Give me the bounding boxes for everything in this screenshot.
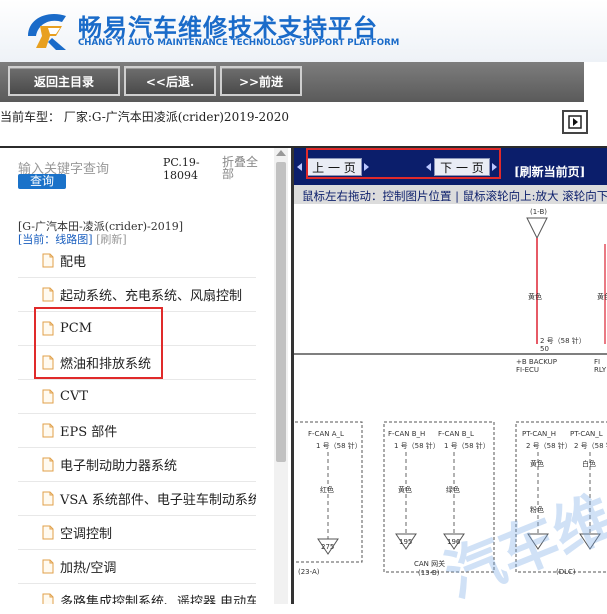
- refresh-page-button[interactable]: [刷新当前页]: [514, 163, 585, 180]
- arrow-right-icon: [492, 163, 497, 171]
- tree-item-label: 电子制动助力器系统: [60, 459, 178, 474]
- prev-page-button[interactable]: 上 一 页: [306, 158, 362, 176]
- tree-item[interactable]: 加热/空调: [18, 550, 256, 584]
- diagram-label: F-CAN B_L: [438, 430, 474, 438]
- tree-item[interactable]: 多路集成控制系统、遥控器 电动车门: [18, 584, 256, 604]
- diagram-label: 红色: [320, 485, 334, 494]
- tree-item[interactable]: VSA 系统部件、电子驻车制动系统部件: [18, 482, 256, 516]
- file-icon: [42, 457, 54, 472]
- home-button[interactable]: 返回主目录: [8, 66, 120, 96]
- diagram-label: 196: [447, 538, 461, 546]
- search-button[interactable]: 查询: [18, 174, 66, 189]
- nav-edge: [584, 62, 607, 102]
- diagram-label: CAN 网关: [414, 559, 445, 568]
- hint-bar: 鼠标左右拖动：控制图片位置 | 鼠标滚轮向上:放大 滚轮向下:缩小: [294, 185, 607, 204]
- file-icon: [42, 287, 54, 302]
- file-icon: [42, 321, 54, 336]
- diagram-label: 绿色: [446, 485, 460, 494]
- diagram-label: 2 号（58 针）: [540, 336, 586, 345]
- diagram-label: F-CAN B_H: [388, 430, 425, 438]
- diagram-label: FI-ECU: [516, 366, 539, 374]
- diagram-label: 白色: [582, 459, 596, 468]
- tree-item[interactable]: 电子制动助力器系统: [18, 448, 256, 482]
- tree-item[interactable]: 起动系统、充电系统、风扇控制: [18, 278, 256, 312]
- scroll-up-icon[interactable]: [276, 150, 286, 156]
- pc-code: PC.19-18094: [163, 156, 200, 182]
- diagram-label: PT-CAN_H: [522, 430, 556, 438]
- tree-item-label: EPS 部件: [60, 425, 118, 440]
- tree-item-label: 燃油和排放系统: [60, 357, 152, 372]
- diagram-label: (23-A): [298, 568, 320, 576]
- diagram-label: 1 号（58 针）: [316, 441, 362, 450]
- left-panel: 输入关键字查询 查询 PC.19-18094 折叠全部 [G-广汽本田-凌派(c…: [0, 148, 291, 604]
- diagram-label: 2 号（58 针）: [526, 441, 572, 450]
- nav-bar: 返回主目录 <<后退. >>前进: [0, 62, 607, 102]
- diagram-label: 50: [540, 345, 549, 353]
- tree-item[interactable]: EPS 部件: [18, 414, 256, 448]
- diagram-label: PT-CAN_L: [570, 430, 603, 438]
- arrow-right-icon: [568, 115, 582, 129]
- viewer-hint: 鼠标左右拖动：控制图片位置 | 鼠标滚轮向上:放大 滚轮向下:缩小: [302, 189, 607, 203]
- tree-item[interactable]: 燃油和排放系统: [18, 346, 256, 380]
- arrow-left-icon: [426, 163, 431, 171]
- diagram-label: 黄色: [530, 459, 544, 468]
- tree-item-label: 加热/空调: [60, 561, 117, 576]
- diagram-label: 黄色: [398, 485, 412, 494]
- file-icon: [42, 253, 54, 268]
- tree-item[interactable]: 空调控制: [18, 516, 256, 550]
- vehicle-bar: 当前车型： 厂家:G-广汽本田凌派(crider)2019-2020: [0, 104, 607, 146]
- diagram-label: 195: [399, 538, 412, 546]
- diagram-label: (13-B): [418, 569, 440, 577]
- file-icon: [42, 355, 54, 370]
- tree-item-label: CVT: [60, 389, 89, 404]
- diagram-label: +B BACKUP: [516, 358, 557, 366]
- tree-item-label: 起动系统、充电系统、风扇控制: [60, 289, 243, 304]
- collapse-all-button[interactable]: 折叠全部: [222, 156, 262, 180]
- file-icon: [42, 525, 54, 540]
- vehicle-label: 当前车型：: [0, 110, 61, 124]
- diagram-label: (1-B): [530, 208, 547, 216]
- platform-subtitle: CHANG YI AUTO MAINTENANCE TECHNOLOGY SUP…: [78, 38, 400, 48]
- tree-item-label: 配电: [60, 255, 87, 270]
- next-page-button[interactable]: 下 一 页: [434, 158, 490, 176]
- tree-item-label: VSA 系统部件、电子驻车制动系统部件: [60, 493, 256, 508]
- diagram-label: (DLC): [556, 568, 576, 576]
- file-icon: [42, 491, 54, 506]
- file-icon: [42, 593, 54, 604]
- tree-item[interactable]: PCM: [18, 312, 256, 346]
- file-icon: [42, 389, 54, 404]
- logo-icon: [28, 14, 66, 50]
- file-icon: [42, 423, 54, 438]
- forward-button[interactable]: >>前进: [220, 66, 302, 96]
- diagram-label: 1 号（58 针）: [394, 441, 440, 450]
- diagram-label: RLY: [594, 366, 607, 374]
- diagram-label: 275: [321, 543, 334, 551]
- tree-item[interactable]: CVT: [18, 380, 256, 414]
- app-header: 畅易汽车维修技术支持平台 CHANG YI AUTO MAINTENANCE T…: [0, 0, 607, 62]
- diagram-label: 1 号（58 针）: [444, 441, 490, 450]
- tree-list: 配电起动系统、充电系统、风扇控制 PCM 燃油和排放系统 CVT EPS 部件电子制动助…: [18, 244, 256, 604]
- diagram-label: 黄色: [597, 292, 607, 301]
- arrow-left-icon: [297, 163, 302, 171]
- scroll-thumb[interactable]: [276, 162, 286, 462]
- wiring-diagram-svg: (1-B) 黄色 2 号（58 针） 50 +B BACKUP FI-ECU F…: [294, 208, 607, 577]
- tree-item-label: 多路集成控制系统、遥控器 电动车门: [60, 595, 256, 604]
- tree-item[interactable]: 配电: [18, 244, 256, 278]
- diagram-label: 2 号（58 针）: [574, 441, 607, 450]
- vehicle-value: 厂家:G-广汽本田凌派(crider)2019-2020: [63, 110, 290, 124]
- file-icon: [42, 559, 54, 574]
- diagram-label: 粉色: [530, 505, 544, 514]
- back-button[interactable]: <<后退.: [124, 66, 216, 96]
- arrow-right-icon: [364, 163, 369, 171]
- tree-item-label: PCM: [60, 321, 93, 336]
- panel-toggle-button[interactable]: [562, 110, 588, 134]
- diagram-label: F-CAN A_L: [308, 430, 344, 438]
- wiring-diagram[interactable]: (1-B) 黄色 2 号（58 针） 50 +B BACKUP FI-ECU F…: [294, 204, 607, 604]
- tree-item-label: 空调控制: [60, 527, 113, 542]
- diagram-label: 黄色: [528, 292, 542, 301]
- diagram-label: FI: [594, 358, 600, 366]
